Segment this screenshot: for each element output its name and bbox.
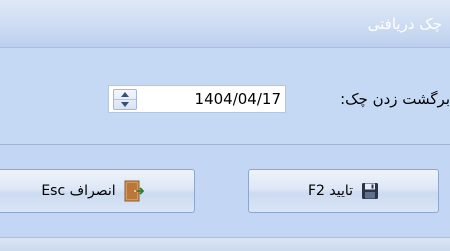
chevron-down-icon — [121, 102, 129, 107]
date-value: 1404/04/17 — [194, 90, 281, 108]
window-title: چک دریافتی — [367, 15, 442, 33]
date-input[interactable]: 1404/04/17 — [108, 85, 286, 113]
floppy-disk-icon — [362, 183, 379, 199]
status-strip — [0, 237, 450, 251]
confirm-button-label: تایید F2 — [307, 183, 354, 199]
chevron-up-icon — [121, 92, 129, 97]
title-bar: چک دریافتی — [0, 0, 450, 48]
exit-door-icon — [124, 180, 144, 202]
spin-up-button[interactable] — [114, 90, 136, 100]
spin-down-button[interactable] — [114, 100, 136, 109]
date-spinner[interactable] — [113, 89, 137, 110]
cancel-button-label: انصراف Esc — [41, 183, 116, 199]
confirm-button[interactable]: تایید F2 — [248, 169, 439, 213]
return-date-label: برگشت زدن چک: — [340, 90, 450, 108]
cancel-button[interactable]: انصراف Esc — [0, 169, 195, 213]
